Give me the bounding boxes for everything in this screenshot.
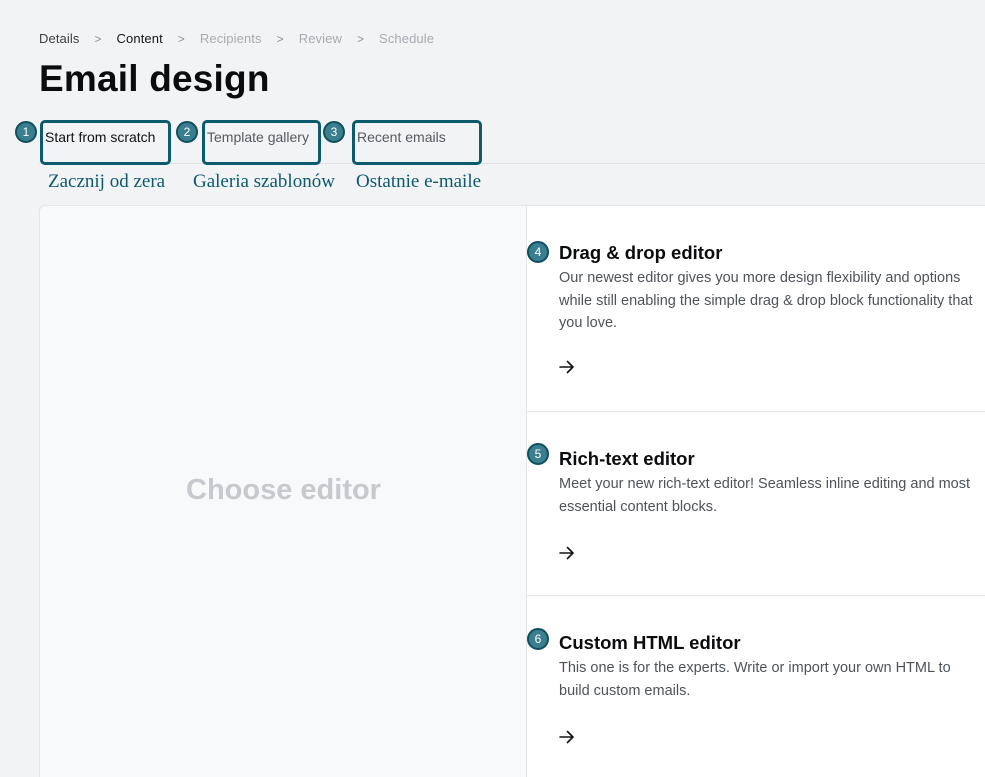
- editor-option-description: Meet your new rich-text editor! Seamless…: [559, 476, 971, 515]
- editor-options-panel: Drag & drop editor Our newest editor giv…: [526, 205, 985, 777]
- chevron-right-icon: >: [276, 31, 284, 46]
- editor-option-drag-drop[interactable]: Drag & drop editor Our newest editor giv…: [527, 206, 985, 412]
- page-title: Email design: [39, 58, 270, 99]
- choose-editor-placeholder: Choose editor: [186, 474, 381, 506]
- tabs-divider: [39, 163, 985, 164]
- editor-option-description: Our newest editor gives you more design …: [559, 270, 973, 332]
- editor-option-rich-text[interactable]: Rich-text editor Meet your new rich-text…: [527, 412, 985, 596]
- breadcrumb-schedule: Schedule: [379, 31, 435, 46]
- tab-recent-emails[interactable]: Recent emails: [352, 120, 482, 165]
- annotation-badge-3: 3: [323, 121, 345, 143]
- translation-start-from-scratch: Zacznij od zera: [48, 171, 166, 192]
- tab-start-from-scratch[interactable]: Start from scratch: [40, 120, 171, 165]
- editor-option-title: Rich-text editor: [559, 448, 695, 469]
- tab-template-gallery[interactable]: Template gallery: [202, 120, 321, 165]
- chevron-right-icon: >: [356, 31, 365, 46]
- chevron-right-icon: >: [177, 31, 185, 46]
- translation-template-gallery: Galeria szablonów: [193, 171, 335, 192]
- arrow-right-icon[interactable]: [557, 727, 577, 747]
- chevron-right-icon: >: [94, 31, 102, 46]
- breadcrumb: Details > Content > Recipients > Review …: [39, 31, 434, 46]
- breadcrumb-content[interactable]: Content: [117, 31, 163, 46]
- annotation-badge-6: 6: [527, 628, 549, 650]
- annotation-badge-4: 4: [527, 241, 549, 263]
- editor-preview-panel: Choose editor: [39, 205, 527, 777]
- editor-option-title: Custom HTML editor: [559, 632, 741, 653]
- editor-option-description: This one is for the experts. Write or im…: [559, 660, 951, 699]
- annotation-badge-5: 5: [527, 443, 549, 465]
- annotation-badge-2: 2: [176, 121, 198, 143]
- editor-option-custom-html[interactable]: Custom HTML editor This one is for the e…: [527, 596, 985, 777]
- arrow-right-icon[interactable]: [557, 543, 577, 563]
- translation-recent-emails: Ostatnie e-maile: [356, 171, 482, 192]
- arrow-right-icon[interactable]: [557, 357, 577, 377]
- breadcrumb-recipients: Recipients: [199, 31, 262, 46]
- editor-option-title: Drag & drop editor: [559, 242, 723, 263]
- annotation-badge-1: 1: [15, 121, 37, 143]
- breadcrumb-review: Review: [298, 31, 342, 46]
- breadcrumb-details[interactable]: Details: [39, 31, 79, 46]
